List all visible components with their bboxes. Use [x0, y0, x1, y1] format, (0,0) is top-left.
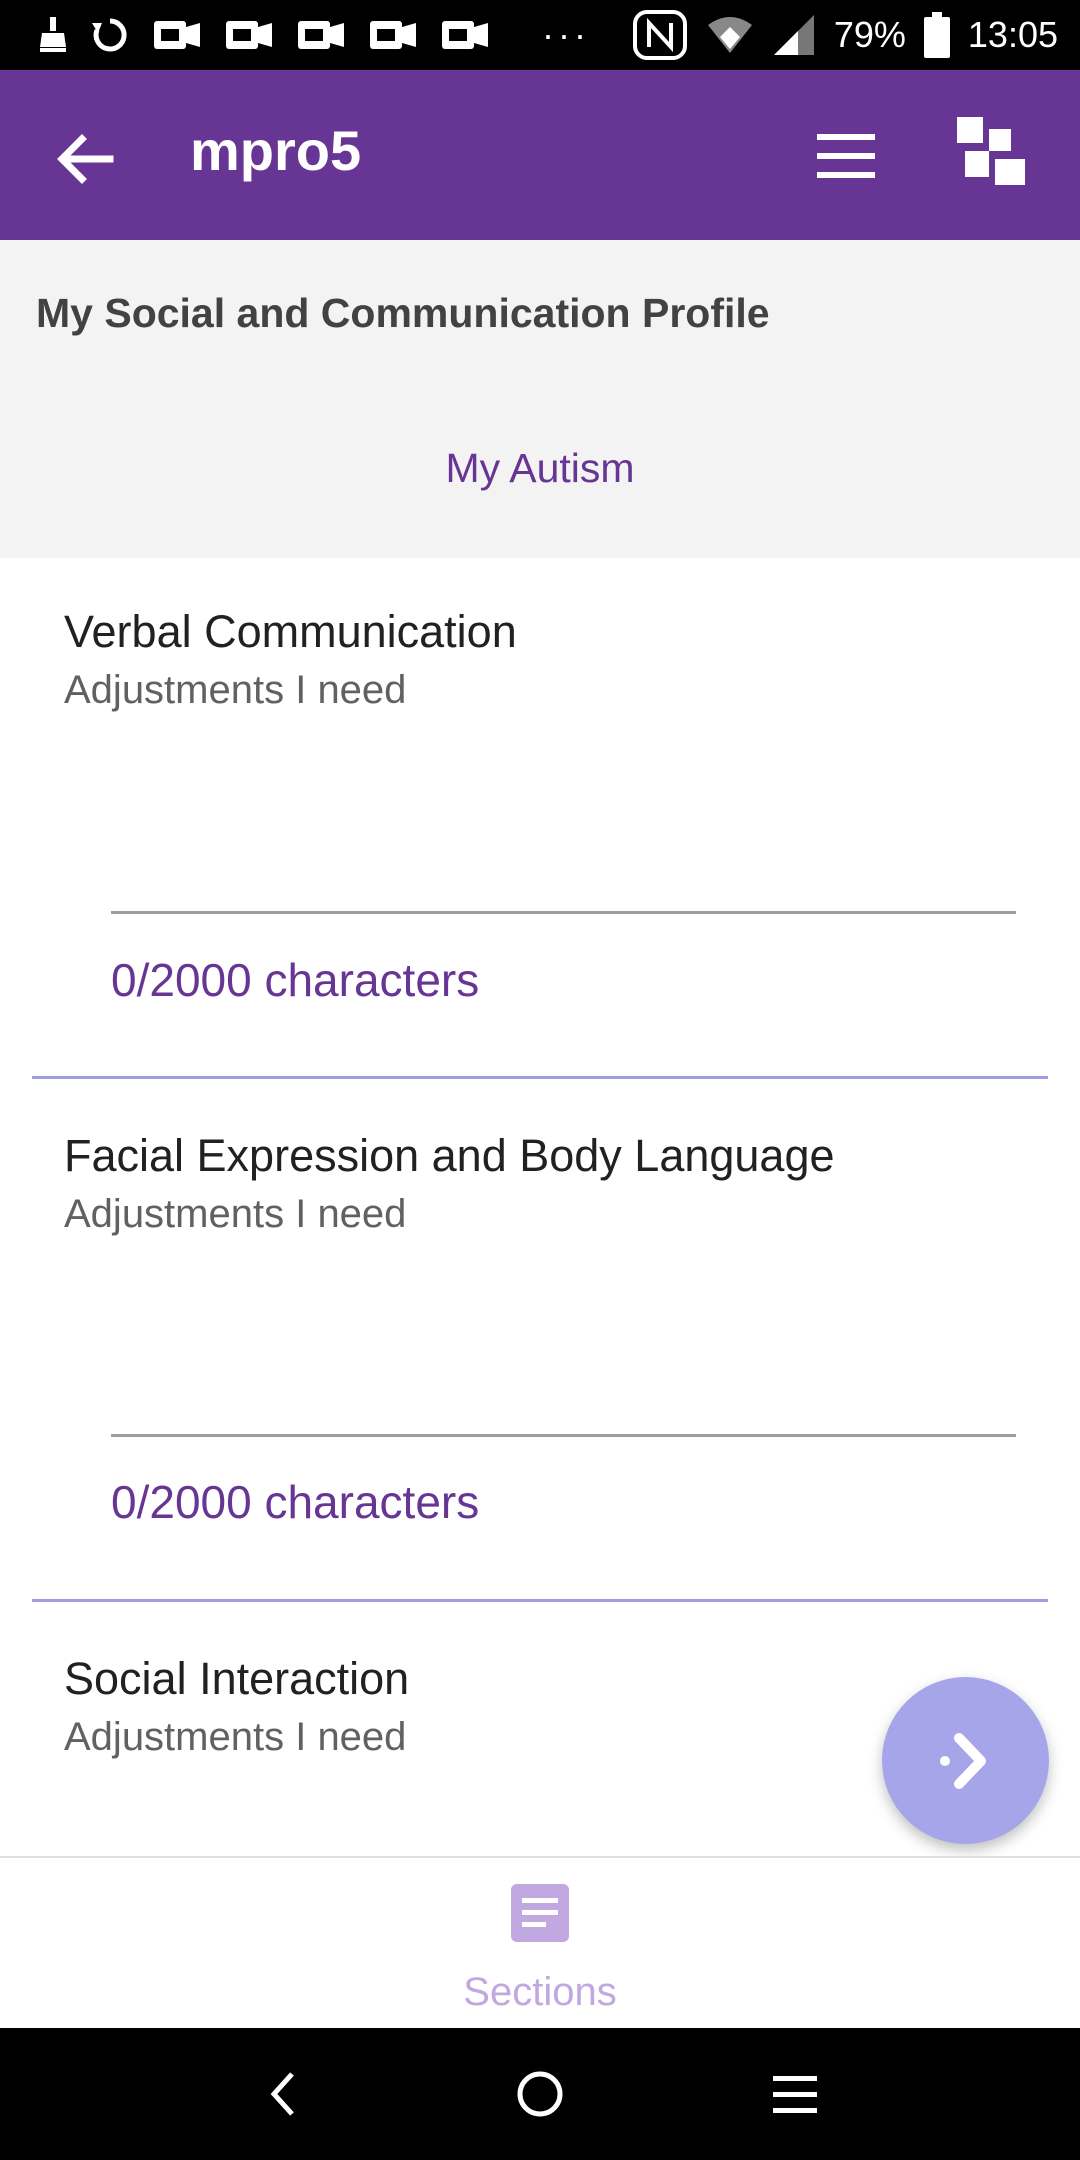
page-title: My Social and Communication Profile: [36, 290, 770, 336]
dashboard-button[interactable]: [955, 115, 1029, 189]
wifi-icon: [706, 15, 754, 55]
menu-button[interactable]: [815, 128, 879, 184]
nav-back-button[interactable]: [252, 2062, 316, 2126]
field-title: Social Interaction: [64, 1653, 410, 1704]
next-fab-button[interactable]: [882, 1677, 1049, 1844]
field-title: Verbal Communication: [64, 606, 517, 657]
divider: [32, 1076, 1048, 1079]
character-counter: 0/2000 characters: [111, 1476, 480, 1528]
clock: 13:05: [967, 14, 1058, 55]
field-verbal-communication: Verbal Communication Adjustments I need …: [0, 558, 1080, 1078]
notification-icon: [368, 17, 418, 53]
divider: [32, 1599, 1048, 1602]
tab-my-autism[interactable]: My Autism: [0, 445, 1080, 492]
character-counter: 0/2000 characters: [111, 954, 480, 1006]
sections-icon: [511, 1884, 569, 1942]
nav-home-icon: [517, 2071, 563, 2117]
chevron-right-icon: [939, 1732, 986, 1789]
field-subtitle: Adjustments I need: [64, 668, 407, 712]
back-button[interactable]: [50, 124, 120, 194]
notification-icon: [296, 17, 346, 53]
nav-home-button[interactable]: [508, 2062, 572, 2126]
sections-label: Sections: [463, 1970, 617, 2014]
field-subtitle: Adjustments I need: [64, 1715, 407, 1759]
hamburger-menu-icon: [817, 134, 875, 178]
notification-icon: [224, 17, 274, 53]
app-title: mpro5: [190, 119, 362, 182]
status-left-icons: ···: [0, 14, 590, 56]
nav-back-icon: [270, 2072, 294, 2116]
notification-icon: [440, 17, 490, 53]
field-facial-expression: Facial Expression and Body Language Adju…: [0, 1080, 1080, 1600]
battery-percent: 79%: [833, 14, 906, 55]
dashboard-grid-icon: [957, 117, 1025, 185]
status-bar: ··· 79% 13:05: [0, 0, 1080, 70]
text-input[interactable]: [111, 851, 1016, 914]
field-title: Facial Expression and Body Language: [64, 1130, 835, 1181]
nav-recents-button[interactable]: [763, 2062, 827, 2126]
nav-recents-icon: [773, 2076, 817, 2113]
app-bar: mpro5: [0, 70, 1080, 240]
nfc-icon: [632, 9, 688, 61]
sections-button[interactable]: Sections: [0, 1858, 1080, 2030]
notification-icon: [152, 17, 202, 53]
bottom-bar: Sections: [0, 1856, 1080, 2030]
form-header: My Social and Communication Profile My A…: [0, 240, 1080, 558]
signal-icon: [772, 13, 816, 57]
back-arrow-icon: [57, 134, 114, 184]
overflow-dots: ···: [542, 14, 590, 55]
status-right-icons: 79% 13:05: [632, 9, 1080, 61]
broom-icon: [38, 17, 68, 53]
field-subtitle: Adjustments I need: [64, 1192, 407, 1236]
sync-icon: [90, 15, 130, 55]
system-nav-bar: [0, 2028, 1080, 2160]
text-input[interactable]: [111, 1374, 1016, 1437]
battery-icon: [923, 12, 950, 58]
